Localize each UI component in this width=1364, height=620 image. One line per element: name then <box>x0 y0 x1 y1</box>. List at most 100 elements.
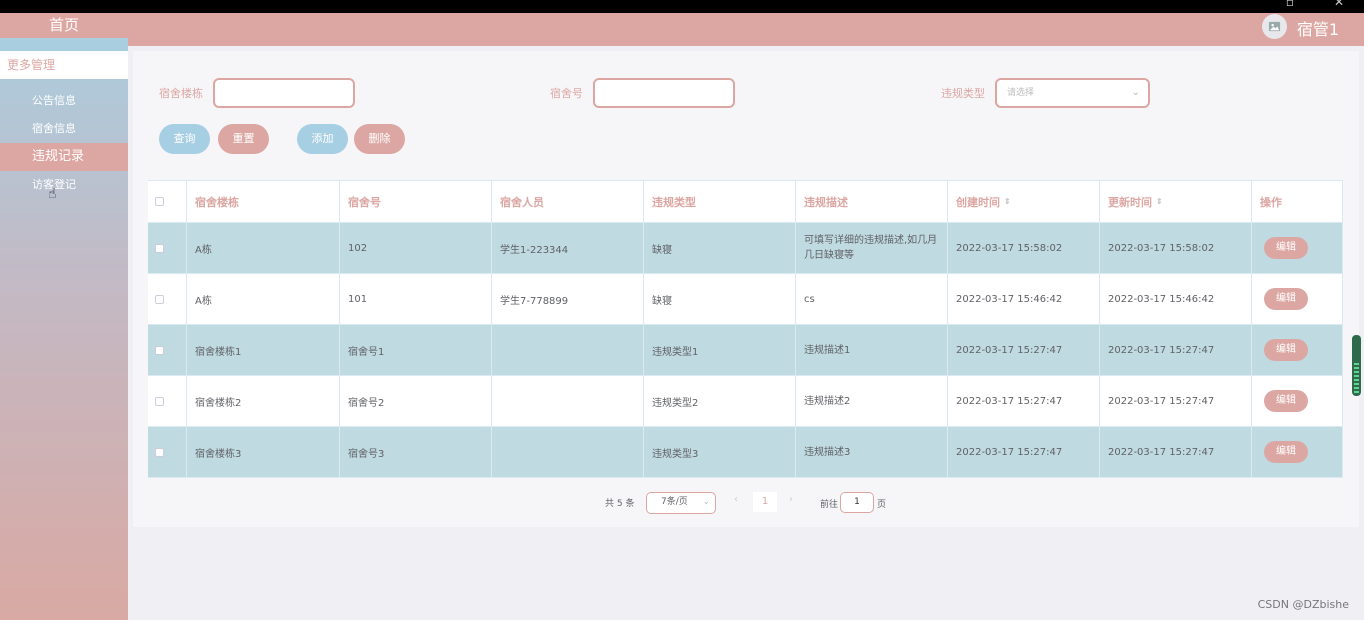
cell-updated: 2022-03-17 15:46:42 <box>1100 274 1252 325</box>
cell-room-text: 宿舍号2 <box>348 397 385 409</box>
cell-updated-text: 2022-03-17 15:46:42 <box>1108 293 1215 305</box>
edit-button[interactable]: 编辑 <box>1264 339 1308 361</box>
table-row: A栋 101 学生7-778899 缺寝 cs 2022-03-17 15:46:42 20… <box>148 274 1343 325</box>
scrollbar[interactable] <box>1352 335 1361 396</box>
cell-updated-text: 2022-03-17 15:58:02 <box>1108 242 1215 254</box>
cell-desc-text: 违规描述3 <box>804 446 851 458</box>
next-page-icon[interactable]: › <box>789 494 793 505</box>
sidebar-item-announcements[interactable]: 公告信息 <box>0 87 128 115</box>
cell-room: 宿舍号3 <box>340 427 492 478</box>
sidebar-home[interactable]: 首页 <box>0 13 128 38</box>
cell-building: A栋 <box>187 223 340 274</box>
type-select-placeholder: 请选择 <box>1007 88 1035 98</box>
table-row: 宿舍楼栋3 宿舍号3 违规类型3 违规描述3 2022-03-17 15:27:47 20… <box>148 427 1343 478</box>
cell-desc-text: cs <box>804 293 815 305</box>
row-checkbox[interactable] <box>155 396 164 406</box>
row-checkbox[interactable] <box>155 243 164 253</box>
cell-room-text: 宿舍号3 <box>348 448 385 460</box>
col-building: 宿舍楼栋 <box>187 180 340 223</box>
avatar[interactable] <box>1262 14 1287 39</box>
room-label: 宿舍号 <box>550 87 583 100</box>
edit-button[interactable]: 编辑 <box>1264 441 1308 463</box>
query-button[interactable]: 查询 <box>159 124 210 154</box>
user-name[interactable]: 宿管1 <box>1297 16 1339 40</box>
violations-table: 宿舍楼栋 宿舍号 宿舍人员 违规类型 违规描述 创建时间 ⇕ 更新时间 ⇕ 操作 A… <box>148 180 1343 478</box>
sort-icon[interactable]: ⇕ <box>1156 197 1163 206</box>
row-checkbox[interactable] <box>155 447 164 457</box>
cell-members <box>492 427 644 478</box>
goto-page-input[interactable]: 1 <box>840 492 874 513</box>
cell-actions: 编辑 <box>1252 325 1343 376</box>
hand-cursor-icon: ☝ <box>48 186 57 202</box>
reset-button[interactable]: 重置 <box>218 124 269 154</box>
cell-building-text: A栋 <box>195 295 212 307</box>
sort-icon[interactable]: ⇕ <box>1004 197 1011 206</box>
cell-updated: 2022-03-17 15:27:47 <box>1100 325 1252 376</box>
page-number-current[interactable]: 1 <box>753 492 777 512</box>
building-input[interactable] <box>213 78 355 108</box>
sidebar-section-more[interactable]: 更多管理 <box>0 51 128 79</box>
cell-members: 学生7-778899 <box>492 274 644 325</box>
cell-building: 宿舍楼栋1 <box>187 325 340 376</box>
cell-actions: 编辑 <box>1252 223 1343 274</box>
cell-desc: cs <box>796 274 948 325</box>
cell-room-text: 102 <box>348 242 368 254</box>
edit-button[interactable]: 编辑 <box>1264 288 1308 310</box>
sidebar-item-dorm-info[interactable]: 宿舍信息 <box>0 115 128 143</box>
cell-type-text: 违规类型2 <box>652 397 699 409</box>
sidebar-item-visitor-log[interactable]: 访客登记 <box>0 171 128 199</box>
col-updated[interactable]: 更新时间 ⇕ <box>1100 180 1252 223</box>
cell-room: 宿舍号1 <box>340 325 492 376</box>
cell-updated-text: 2022-03-17 15:27:47 <box>1108 446 1215 458</box>
restore-icon[interactable]: ▫ <box>1286 0 1294 9</box>
cell-type: 违规类型3 <box>644 427 796 478</box>
edit-button[interactable]: 编辑 <box>1264 390 1308 412</box>
cell-desc: 可填写详细的违规描述,如几月几日缺寝等 <box>796 223 948 274</box>
cell-desc: 违规描述2 <box>796 376 948 427</box>
goto-suffix: 页 <box>877 500 887 510</box>
add-button[interactable]: 添加 <box>297 124 348 154</box>
cell-actions: 编辑 <box>1252 427 1343 478</box>
room-input[interactable] <box>593 78 735 108</box>
cell-type: 违规类型1 <box>644 325 796 376</box>
col-members: 宿舍人员 <box>492 180 644 223</box>
scrollbar-grip[interactable] <box>1354 363 1359 393</box>
sidebar-item-violations[interactable]: 违规记录 <box>0 143 128 171</box>
cell-created: 2022-03-17 15:46:42 <box>948 274 1100 325</box>
cell-room: 101 <box>340 274 492 325</box>
col-created[interactable]: 创建时间 ⇕ <box>948 180 1100 223</box>
close-icon[interactable]: ✕ <box>1334 0 1344 9</box>
cell-updated-text: 2022-03-17 15:27:47 <box>1108 395 1215 407</box>
row-checkbox[interactable] <box>155 345 164 355</box>
chevron-down-icon: ⌄ <box>702 497 710 507</box>
cell-type-text: 缺寝 <box>652 295 672 307</box>
cell-created-text: 2022-03-17 15:27:47 <box>956 395 1063 407</box>
cell-created-text: 2022-03-17 15:58:02 <box>956 242 1063 254</box>
row-select-cell <box>148 427 187 478</box>
col-type: 违规类型 <box>644 180 796 223</box>
cell-building-text: 宿舍楼栋1 <box>195 346 242 358</box>
row-select-cell <box>148 223 187 274</box>
cell-updated: 2022-03-17 15:27:47 <box>1100 376 1252 427</box>
delete-button[interactable]: 删除 <box>354 124 405 154</box>
type-select[interactable]: 请选择 ⌄ <box>995 78 1150 108</box>
row-checkbox[interactable] <box>155 294 164 304</box>
cell-type: 缺寝 <box>644 223 796 274</box>
cell-updated: 2022-03-17 15:27:47 <box>1100 427 1252 478</box>
cell-building: 宿舍楼栋2 <box>187 376 340 427</box>
page-size-select[interactable]: 7条/页 ⌄ <box>646 492 716 514</box>
cell-updated-text: 2022-03-17 15:27:47 <box>1108 344 1215 356</box>
col-room: 宿舍号 <box>340 180 492 223</box>
cell-building-text: 宿舍楼栋2 <box>195 397 242 409</box>
image-icon <box>1268 21 1281 32</box>
table-row: A栋 102 学生1-223344 缺寝 可填写详细的违规描述,如几月几日缺寝等 2022… <box>148 223 1343 274</box>
cell-created-text: 2022-03-17 15:27:47 <box>956 344 1063 356</box>
prev-page-icon[interactable]: ‹ <box>734 494 738 505</box>
type-label: 违规类型 <box>941 87 985 100</box>
page-size-value: 7条/页 <box>661 497 688 507</box>
table-header-row: 宿舍楼栋 宿舍号 宿舍人员 违规类型 违规描述 创建时间 ⇕ 更新时间 ⇕ 操作 <box>148 180 1343 223</box>
edit-button[interactable]: 编辑 <box>1264 237 1308 259</box>
row-select-cell <box>148 274 187 325</box>
goto-prefix: 前往 <box>820 500 839 510</box>
select-all-checkbox[interactable] <box>155 197 164 206</box>
